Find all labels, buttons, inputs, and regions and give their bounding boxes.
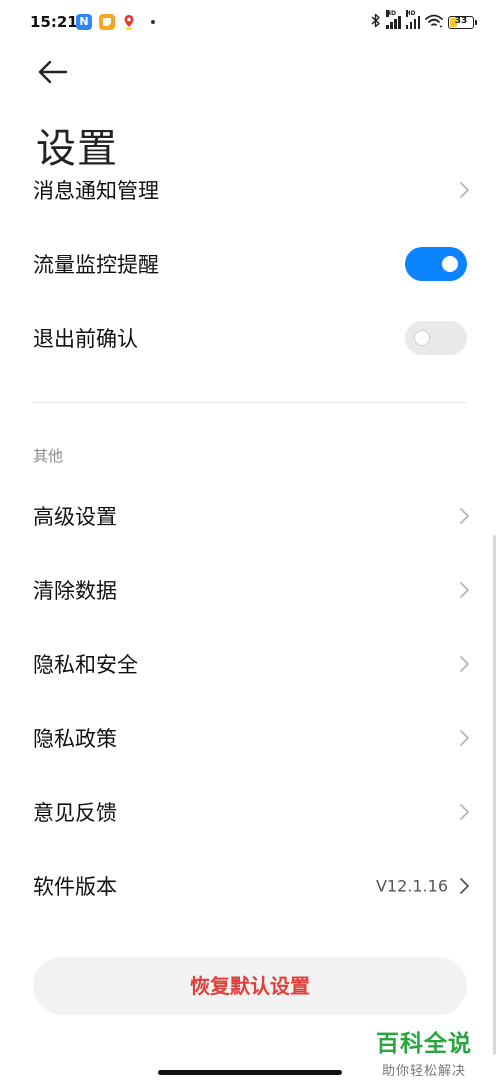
home-indicator[interactable]: [158, 1070, 342, 1075]
n-app-icon: N: [76, 14, 92, 30]
setting-label: 流量监控提醒: [33, 253, 159, 277]
back-button[interactable]: [36, 56, 72, 88]
setting-feedback[interactable]: 意见反馈: [0, 775, 500, 849]
setting-label: 隐私和安全: [33, 653, 138, 677]
location-pin-icon: [121, 14, 137, 30]
chevron-right-icon: [460, 730, 469, 746]
setting-label: 退出前确认: [33, 327, 138, 351]
back-arrow-icon: [38, 60, 68, 84]
setting-exit-confirm: 退出前确认: [0, 301, 500, 375]
notification-dot-icon: [151, 20, 155, 24]
setting-privacy-security[interactable]: 隐私和安全: [0, 627, 500, 701]
setting-label: 清除数据: [33, 579, 117, 603]
toggle-knob: [414, 330, 430, 346]
chevron-right-icon: [460, 656, 469, 672]
setting-label: 软件版本: [33, 875, 117, 899]
bluetooth-icon: [371, 13, 381, 32]
toggle-knob: [442, 256, 458, 272]
setting-clear-data[interactable]: 清除数据: [0, 553, 500, 627]
setting-label: 高级设置: [33, 505, 117, 529]
version-value: V12.1.16: [375, 876, 448, 896]
watermark-logo: 百科全说 助你轻松解决: [376, 1024, 472, 1079]
battery-icon: 33: [448, 15, 477, 29]
setting-software-version[interactable]: 软件版本 V12.1.16: [0, 849, 500, 923]
data-usage-toggle[interactable]: [405, 247, 467, 281]
chevron-right-icon: [460, 508, 469, 524]
watermark-main: 百科全说: [376, 1031, 472, 1057]
scrollbar[interactable]: [493, 535, 496, 1055]
section-title-other: 其他: [33, 447, 64, 465]
watermark-sub: 助你轻松解决: [382, 1064, 467, 1079]
status-right-group: HD HD 33: [371, 10, 477, 32]
status-time: 15:21: [30, 13, 78, 31]
chevron-right-icon: [460, 582, 469, 598]
exit-confirm-toggle[interactable]: [405, 321, 467, 355]
setting-label: 隐私政策: [33, 727, 117, 751]
signal-badge-2: HD: [405, 10, 416, 17]
restore-defaults-button[interactable]: 恢复默认设置: [33, 957, 467, 1015]
signal-strength-icon-2: HD: [405, 10, 420, 29]
chevron-right-icon: [460, 804, 469, 820]
notes-app-icon: [99, 14, 115, 30]
setting-privacy-policy[interactable]: 隐私政策: [0, 701, 500, 775]
status-bar: 15:21 N HD HD 33: [0, 0, 500, 44]
chevron-right-icon: [460, 182, 469, 198]
wifi-icon: [425, 13, 443, 32]
chevron-right-icon: [460, 878, 469, 894]
section-divider: [33, 402, 467, 403]
signal-strength-icon-1: HD: [386, 10, 401, 29]
battery-level: 33: [454, 15, 468, 26]
setting-label: 消息通知管理: [33, 179, 159, 203]
signal-badge-1: HD: [386, 10, 397, 17]
setting-label: 意见反馈: [33, 801, 117, 825]
setting-advanced[interactable]: 高级设置: [0, 479, 500, 553]
setting-data-usage-reminder: 流量监控提醒: [0, 227, 500, 301]
setting-message-notification[interactable]: 消息通知管理: [0, 153, 500, 227]
